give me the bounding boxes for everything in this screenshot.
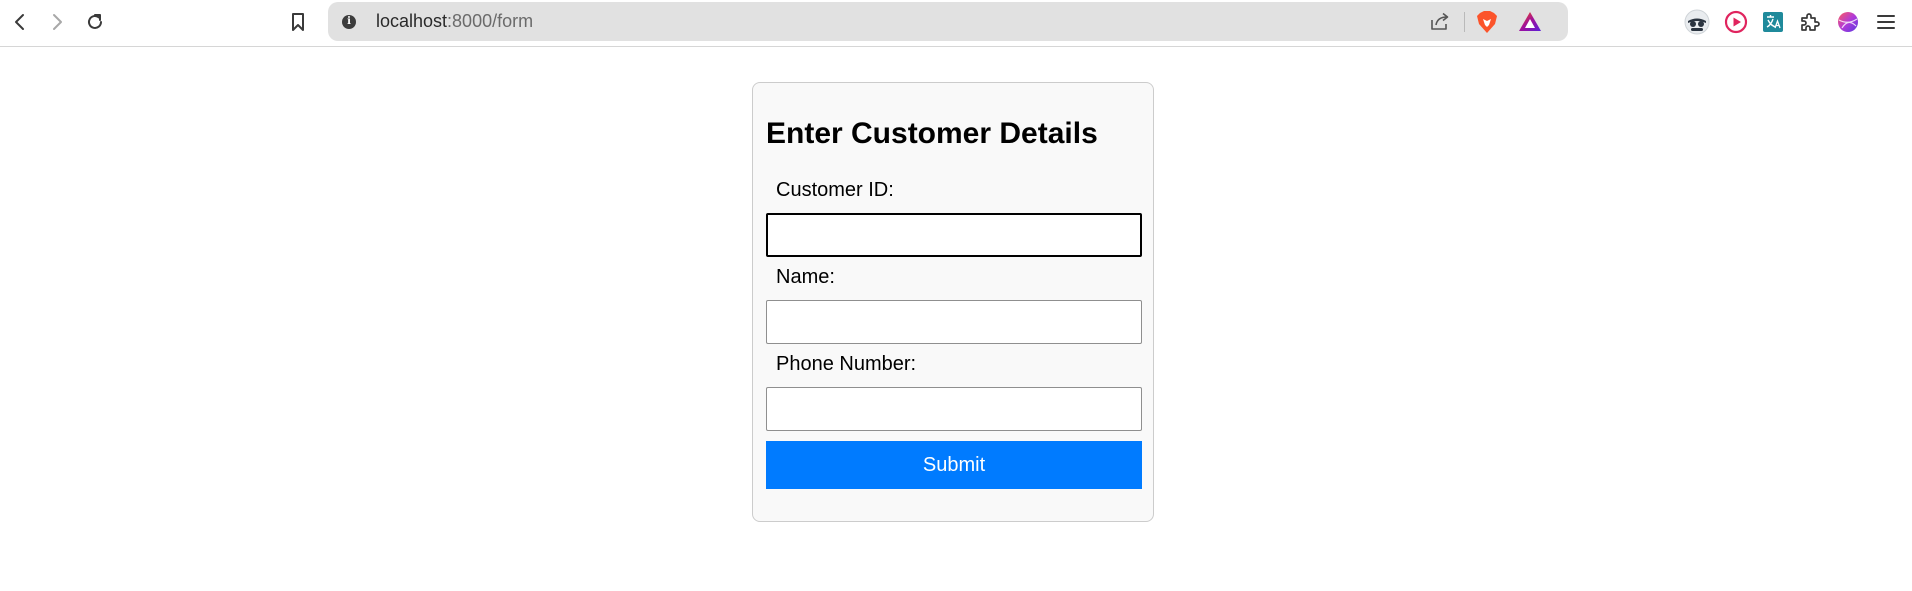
brave-rewards-triangle-icon[interactable] (1518, 10, 1542, 34)
profile-globe-icon[interactable] (1834, 8, 1862, 36)
bookmark-icon[interactable] (284, 8, 312, 36)
customer-id-label: Customer ID: (776, 179, 894, 201)
info-icon[interactable]: i (342, 15, 356, 29)
form-title: Enter Customer Details (766, 117, 1098, 150)
name-input[interactable] (766, 300, 1142, 344)
share-icon[interactable] (1428, 10, 1452, 34)
brave-lion-icon[interactable] (1475, 10, 1499, 34)
hamburger-menu-icon[interactable] (1872, 8, 1900, 36)
forward-arrow-icon[interactable] (43, 8, 71, 36)
back-arrow-icon[interactable] (6, 8, 34, 36)
spy-mask-extension-icon[interactable] (1683, 8, 1711, 36)
translate-extension-icon[interactable] (1759, 8, 1787, 36)
url-divider (1464, 12, 1465, 32)
address-bar[interactable]: i localhost:8000/form (328, 2, 1568, 41)
url-host: localhost (376, 11, 448, 31)
name-label: Name: (776, 266, 835, 288)
submit-button[interactable]: Submit (766, 441, 1142, 489)
url-text[interactable]: localhost:8000/form (376, 11, 533, 32)
puzzle-extensions-icon[interactable] (1796, 8, 1824, 36)
browser-toolbar: i localhost:8000/form (0, 0, 1912, 47)
reload-icon[interactable] (81, 8, 109, 36)
url-path: :8000/form (447, 11, 534, 31)
phone-number-input[interactable] (766, 387, 1142, 431)
customer-id-input[interactable] (766, 213, 1142, 257)
play-circle-extension-icon[interactable] (1722, 8, 1750, 36)
customer-form-card: Enter Customer Details Customer ID: Name… (752, 82, 1154, 522)
phone-number-label: Phone Number: (776, 353, 917, 375)
